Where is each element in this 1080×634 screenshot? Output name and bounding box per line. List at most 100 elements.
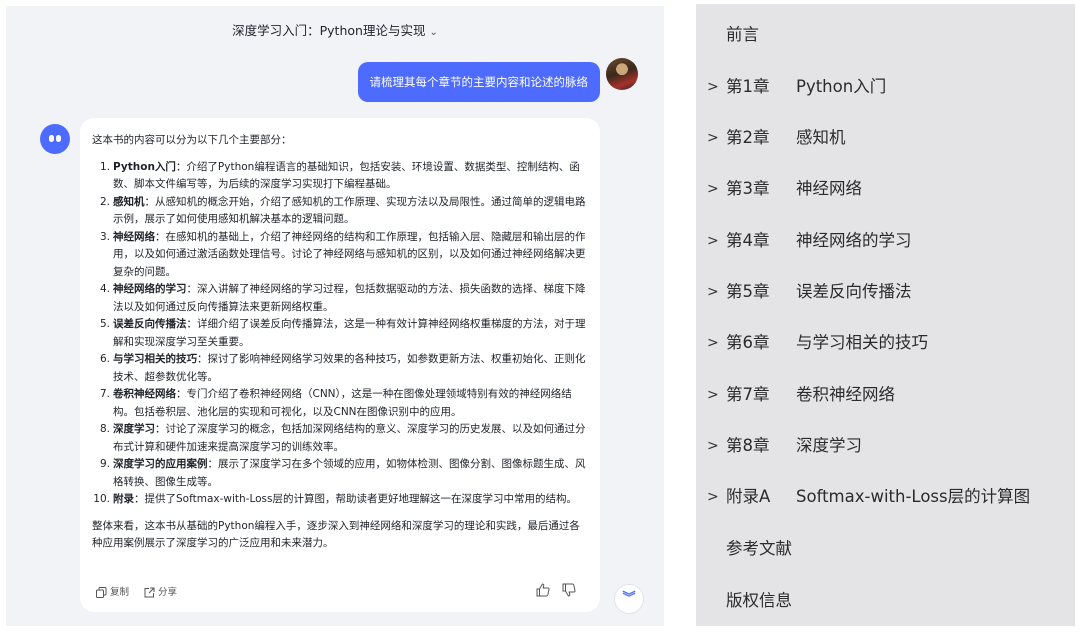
item-number: 10.: [93, 493, 110, 505]
item-body: ：专门介绍了卷积神经网络（CNN），这是一种在图像处理领域特别有效的神经网络结构…: [113, 388, 572, 418]
toc-item[interactable]: > 第1章 Python入门: [696, 72, 1075, 102]
toc-chapter-title: Softmax-with-Loss层的计算图: [796, 487, 1031, 506]
item-heading: 神经网络: [113, 230, 155, 243]
item-heading: 附录: [113, 493, 134, 505]
toc-item[interactable]: > 第8章 深度学习: [696, 431, 1075, 461]
toc-item[interactable]: > 第4章 神经网络的学习: [696, 226, 1075, 256]
toc-chapter-title: 深度学习: [796, 436, 862, 455]
item-number: 6.: [99, 353, 110, 365]
double-chevron-down-icon: ︾: [622, 591, 636, 606]
conversation-title-text: 深度学习入门：Python理论与实现: [232, 23, 426, 38]
assistant-avatar: [40, 124, 70, 154]
toc-item[interactable]: 版权信息: [696, 586, 1075, 616]
scroll-to-bottom-button[interactable]: ︾: [614, 584, 644, 614]
toc-section-title: 前言: [726, 25, 759, 44]
toc-item[interactable]: > 第6章 与学习相关的技巧: [696, 328, 1075, 358]
toc-chapter-title: 误差反向传播法: [796, 282, 912, 301]
item-body: ：在感知机的基础上，介绍了神经网络的结构和工作原理，包括输入层、隐藏层和输出层的…: [113, 230, 586, 278]
toc-section-title: 参考文献: [726, 539, 792, 558]
chevron-right-icon[interactable]: >: [707, 482, 719, 512]
item-number: 1.: [99, 160, 110, 173]
item-number: 7.: [99, 388, 110, 400]
chevron-right-icon[interactable]: >: [707, 174, 719, 204]
item-body: ：从感知机的概念开始，介绍了感知机的工作原理、实现方法以及局限性。通过简单的逻辑…: [113, 195, 586, 226]
toc-item[interactable]: 前言: [696, 20, 1075, 50]
toc-chapter-title: Python入门: [796, 77, 887, 96]
item-heading: 感知机: [113, 195, 145, 208]
assistant-summary-text: 整体来看，这本书从基础的Python编程入手，逐步深入到神经网络和深度学习的理论…: [92, 519, 580, 550]
share-button[interactable]: 分享: [144, 584, 177, 602]
book-toc-panel: 前言 > 第1章 Python入门 > 第2章 感知机 > 第3章 神经网络 > 第4章 神经网络的学习…: [696, 4, 1075, 626]
chapter-summary-item: 4. 神经网络的学习：深入讲解了神经网络的学习过程，包括数据驱动的方法、损失函数的…: [92, 281, 588, 316]
toc-chapter-number: 第2章: [726, 128, 770, 147]
toc-chapter-number: 第6章: [726, 333, 770, 352]
chevron-right-icon[interactable]: >: [707, 328, 719, 358]
assistant-eye-icon: [56, 135, 61, 142]
conversation-title[interactable]: 深度学习入门：Python理论与实现 ⌄: [6, 20, 664, 39]
chapter-summary-item: 1. Python入门：介绍了Python编程语言的基础知识，包括安装、环境设置、…: [92, 159, 588, 194]
item-number: 2.: [99, 195, 110, 208]
thumbs-down-icon[interactable]: [562, 583, 576, 603]
item-body: ：讨论了深度学习的概念，包括加深网络结构的意义、深度学习的历史发展、以及如何通过…: [113, 423, 586, 453]
item-number: 3.: [99, 230, 110, 243]
user-avatar: [606, 58, 638, 90]
item-number: 8.: [99, 423, 110, 435]
chapter-summary-item: 3. 神经网络：在感知机的基础上，介绍了神经网络的结构和工作原理，包括输入层、隐藏…: [92, 229, 588, 282]
item-heading: Python入门: [113, 160, 176, 173]
chapter-summary-item: 10. 附录：提供了Softmax-with-Loss层的计算图，帮助读者更好地理…: [92, 491, 588, 509]
copy-label: 复制: [110, 587, 130, 598]
assistant-eye-icon: [49, 135, 54, 142]
toc-chapter-number: 第8章: [726, 436, 770, 455]
toc-chapter-number: 第5章: [726, 282, 770, 301]
toc-item[interactable]: > 第5章 误差反向传播法: [696, 277, 1075, 307]
chapter-summary-item: 9. 深度学习的应用案例：展示了深度学习在多个领域的应用，如物体检测、图像分割、图…: [92, 456, 588, 491]
item-heading: 深度学习: [113, 423, 155, 435]
chevron-right-icon[interactable]: >: [707, 123, 719, 153]
chevron-right-icon[interactable]: >: [707, 277, 719, 307]
item-number: 5.: [99, 318, 110, 330]
toc-chapter-number: 第4章: [726, 231, 770, 250]
chevron-right-icon[interactable]: >: [707, 72, 719, 102]
toc-chapter-number: 第3章: [726, 179, 770, 198]
item-body: ：提供了Softmax-with-Loss层的计算图，帮助读者更好地理解这一在深…: [134, 493, 577, 505]
item-number: 4.: [99, 283, 110, 295]
copy-icon: [96, 587, 107, 599]
chevron-down-icon[interactable]: ⌄: [429, 27, 437, 38]
copy-button[interactable]: 复制: [96, 584, 129, 602]
chat-panel: 深度学习入门：Python理论与实现 ⌄ 请梳理其每个章节的主要内容和论述的脉络 …: [6, 6, 664, 626]
toc-chapter-title: 神经网络: [796, 179, 862, 198]
item-heading: 神经网络的学习: [113, 283, 187, 295]
chapter-summary-list: 1. Python入门：介绍了Python编程语言的基础知识，包括安装、环境设置、…: [92, 159, 588, 509]
chapter-summary-item: 6. 与学习相关的技巧：探讨了影响神经网络学习效果的各种技巧，如参数更新方法、权重…: [92, 351, 588, 386]
toc-item[interactable]: > 第2章 感知机: [696, 123, 1075, 153]
user-message-bubble: 请梳理其每个章节的主要内容和论述的脉络: [357, 62, 600, 102]
toc-item[interactable]: > 第3章 神经网络: [696, 174, 1075, 204]
toc-chapter-title: 卷积神经网络: [796, 385, 895, 404]
toc-item[interactable]: > 第7章 卷积神经网络: [696, 380, 1075, 410]
chapter-summary-item: 8. 深度学习：讨论了深度学习的概念，包括加深网络结构的意义、深度学习的历史发展、…: [92, 421, 588, 456]
item-heading: 与学习相关的技巧: [113, 353, 197, 365]
toc-item[interactable]: > 附录A Softmax-with-Loss层的计算图: [696, 482, 1075, 512]
chapter-summary-item: 7. 卷积神经网络：专门介绍了卷积神经网络（CNN），这是一种在图像处理领域特别有…: [92, 386, 588, 421]
thumbs-up-icon[interactable]: [536, 583, 550, 603]
toc-section-title: 版权信息: [726, 591, 792, 610]
toc-chapter-number: 附录A: [726, 487, 771, 506]
item-heading: 误差反向传播法: [113, 318, 187, 330]
chevron-right-icon[interactable]: >: [707, 226, 719, 256]
item-number: 9.: [99, 458, 110, 470]
chapter-summary-item: 5. 误差反向传播法：详细介绍了误差反向传播算法，这是一种有效计算神经网络权重梯度…: [92, 316, 588, 351]
toc-item[interactable]: 参考文献: [696, 534, 1075, 564]
assistant-intro-text: 这本书的内容可以分为以下几个主要部分：: [92, 134, 292, 146]
chapter-summary-item: 2. 感知机：从感知机的概念开始，介绍了感知机的工作原理、实现方法以及局限性。通过…: [92, 194, 588, 229]
item-heading: 深度学习的应用案例: [113, 458, 208, 470]
assistant-message-card: 这本书的内容可以分为以下几个主要部分： 1. Python入门：介绍了Python…: [80, 118, 600, 612]
toc-chapter-number: 第1章: [726, 77, 770, 96]
toc-chapter-number: 第7章: [726, 385, 770, 404]
item-heading: 卷积神经网络: [113, 388, 176, 400]
share-icon: [144, 587, 155, 598]
message-actions: 复制 分享: [92, 583, 588, 603]
chevron-right-icon[interactable]: >: [707, 380, 719, 410]
toc-chapter-title: 与学习相关的技巧: [796, 333, 928, 352]
chevron-right-icon[interactable]: >: [707, 431, 719, 461]
item-body: ：介绍了Python编程语言的基础知识，包括安装、环境设置、数据类型、控制结构、…: [113, 160, 580, 191]
